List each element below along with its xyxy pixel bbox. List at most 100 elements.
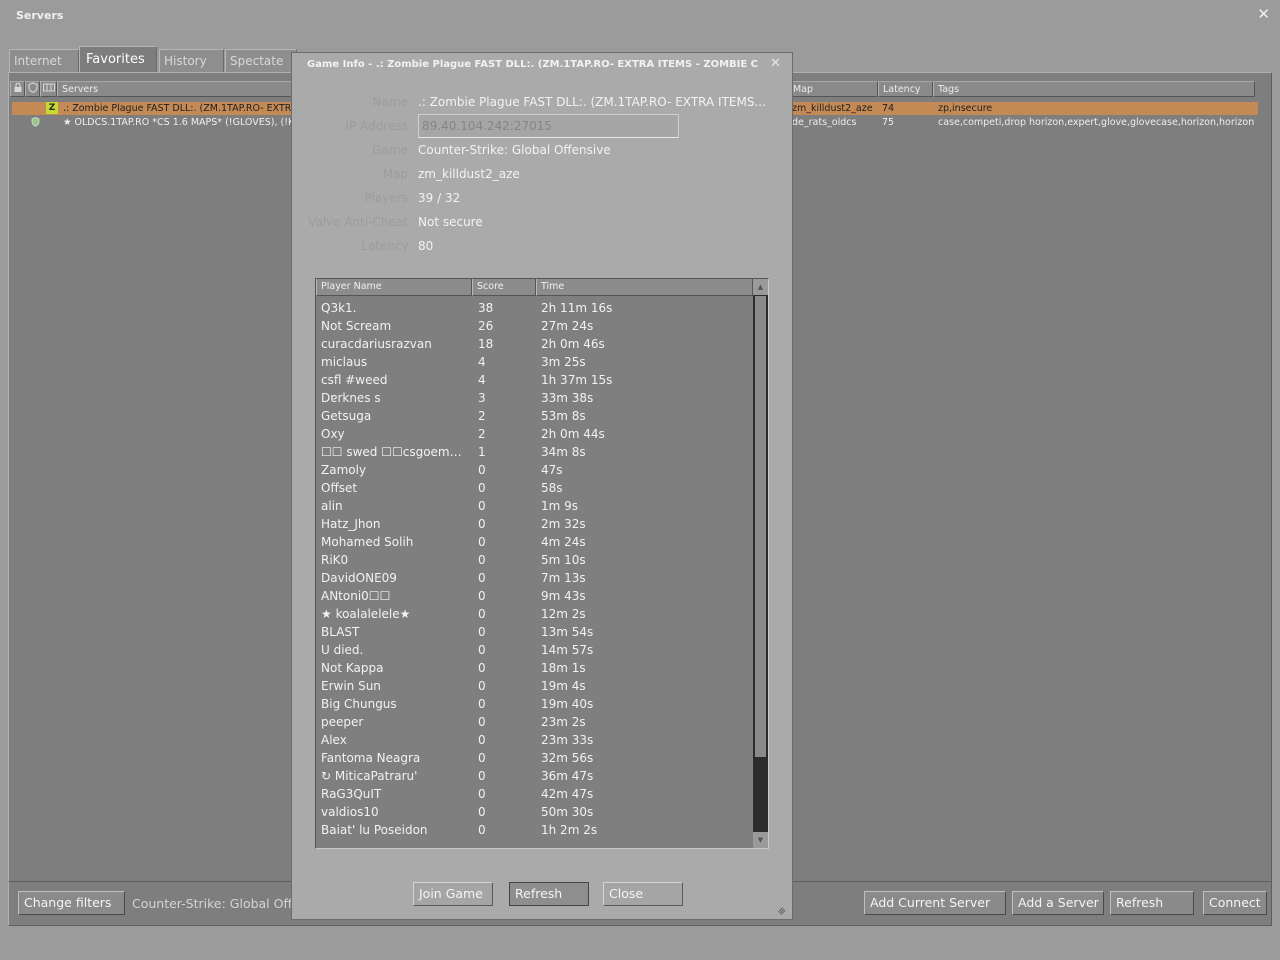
player-time: 27m 24s — [541, 319, 594, 333]
tab-spectate[interactable]: Spectate — [225, 49, 297, 72]
ip-address-field[interactable]: 89.40.104.242:27015 — [418, 114, 679, 138]
player-score: 0 — [478, 553, 486, 567]
player-score: 0 — [478, 463, 486, 477]
map-label: Map: — [382, 167, 412, 181]
players-value: 39 / 32 — [418, 191, 461, 205]
scroll-down-icon[interactable]: ▼ — [753, 832, 768, 848]
player-time: 14m 57s — [541, 643, 594, 657]
column-header-vac[interactable] — [25, 81, 40, 97]
player-score: 0 — [478, 499, 486, 513]
tab-favorites[interactable]: Favorites — [79, 46, 157, 73]
refresh-button[interactable]: Refresh — [1110, 891, 1194, 915]
player-name: Not Scream — [321, 319, 392, 333]
player-time: 1h 2m 2s — [541, 823, 598, 837]
player-time: 33m 38s — [541, 391, 594, 405]
player-score: 38 — [478, 301, 494, 315]
player-name: DavidONE09 — [321, 571, 397, 585]
player-score: 18 — [478, 337, 494, 351]
player-score: 0 — [478, 715, 486, 729]
player-time: 5m 10s — [541, 553, 586, 567]
server-latency: 74 — [882, 103, 895, 114]
player-score: 1 — [478, 445, 486, 459]
add-current-server-button[interactable]: Add Current Server — [864, 891, 1006, 915]
dialog-close-button[interactable]: ✕ — [770, 56, 781, 71]
dialog-refresh-button[interactable]: Refresh — [509, 882, 589, 906]
lock-icon — [14, 82, 22, 92]
server-map: zm_killdust2_aze — [792, 103, 873, 114]
player-name: peeper — [321, 715, 364, 729]
column-header-time[interactable]: Time — [536, 279, 753, 296]
ip-label: IP Address: — [345, 119, 412, 133]
player-time: 3m 25s — [541, 355, 586, 369]
player-time: 2m 32s — [541, 517, 586, 531]
vac-value: Not secure — [418, 215, 483, 229]
player-name: Baiat' lu Poseidon — [321, 823, 428, 837]
player-time: 18m 1s — [541, 661, 586, 675]
tab-internet[interactable]: Internet — [9, 49, 79, 72]
player-score: 0 — [478, 787, 486, 801]
player-score: 0 — [478, 823, 486, 837]
add-server-button[interactable]: Add a Server — [1012, 891, 1104, 915]
server-name: ★ OLDCS.1TAP.RO *CS 1.6 MAPS* (!GLOVES),… — [63, 117, 293, 128]
server-tags: zp,insecure — [938, 103, 993, 114]
player-name: RaG3QuIT — [321, 787, 382, 801]
player-name: Mohamed Solih — [321, 535, 414, 549]
game-value: Counter-Strike: Global Offensive — [418, 143, 611, 157]
column-header-lock[interactable] — [10, 81, 25, 97]
player-time: 19m 4s — [541, 679, 586, 693]
player-score: 2 — [478, 427, 486, 441]
tab-history[interactable]: History — [159, 49, 224, 72]
dialog-title: Game Info - .: Zombie Plague FAST DLL:. … — [307, 59, 759, 70]
player-time: 58s — [541, 481, 563, 495]
player-score: 0 — [478, 733, 486, 747]
column-header-tags[interactable]: Tags — [933, 81, 1255, 97]
dialog-close-text-button[interactable]: Close — [603, 882, 683, 906]
shield-icon — [28, 82, 38, 93]
player-score: 0 — [478, 517, 486, 531]
column-header-players[interactable] — [40, 81, 57, 97]
player-time: 1m 9s — [541, 499, 579, 513]
player-time: 9m 43s — [541, 589, 586, 603]
player-time: 53m 8s — [541, 409, 586, 423]
player-score: 0 — [478, 481, 486, 495]
column-header-player-name[interactable]: Player Name — [316, 279, 472, 296]
game-filter-status: Counter-Strike: Global Offensive — [132, 896, 291, 911]
player-score: 0 — [478, 625, 486, 639]
latency-label: Latency: — [361, 239, 412, 253]
scrollbar-thumb[interactable] — [755, 296, 766, 757]
column-header-map[interactable]: Map — [788, 81, 878, 97]
player-score: 0 — [478, 805, 486, 819]
player-score: 0 — [478, 751, 486, 765]
column-header-latency[interactable]: Latency — [878, 81, 933, 97]
connect-button[interactable]: Connect — [1203, 891, 1267, 915]
join-game-button[interactable]: Join Game — [413, 882, 493, 906]
player-score: 2 — [478, 409, 486, 423]
map-value: zm_killdust2_aze — [418, 167, 520, 181]
game-label: Game: — [372, 143, 412, 157]
player-score: 26 — [478, 319, 494, 333]
player-name: ☐☐ swed ☐☐csgoempire.com — [321, 445, 469, 459]
player-time: 2h 11m 16s — [541, 301, 613, 315]
player-name: Offset — [321, 481, 358, 495]
player-score: 0 — [478, 607, 486, 621]
player-time: 34m 8s — [541, 445, 586, 459]
window-close-button[interactable]: ✕ — [1257, 5, 1270, 23]
player-name: Q3k1. — [321, 301, 357, 315]
scroll-up-icon[interactable]: ▲ — [753, 279, 768, 295]
player-name: Not Kappa — [321, 661, 384, 675]
player-name: BLAST — [321, 625, 360, 639]
player-score: 0 — [478, 643, 486, 657]
column-header-score[interactable]: Score — [472, 279, 536, 296]
player-name: ↻ MiticaPatraru' — [321, 769, 418, 783]
player-score: 0 — [478, 589, 486, 603]
server-tags: case,competi,drop horizon,expert,glove,g… — [938, 117, 1256, 128]
player-time: 50m 30s — [541, 805, 594, 819]
change-filters-button[interactable]: Change filters — [18, 891, 125, 915]
player-score: 0 — [478, 679, 486, 693]
player-name: valdios10 — [321, 805, 379, 819]
player-time: 23m 33s — [541, 733, 594, 747]
player-name: ★ koalalelele★ — [321, 607, 411, 621]
name-label: Name: — [372, 95, 412, 109]
players-label: Players: — [364, 191, 412, 205]
window-title: Servers — [16, 9, 64, 22]
